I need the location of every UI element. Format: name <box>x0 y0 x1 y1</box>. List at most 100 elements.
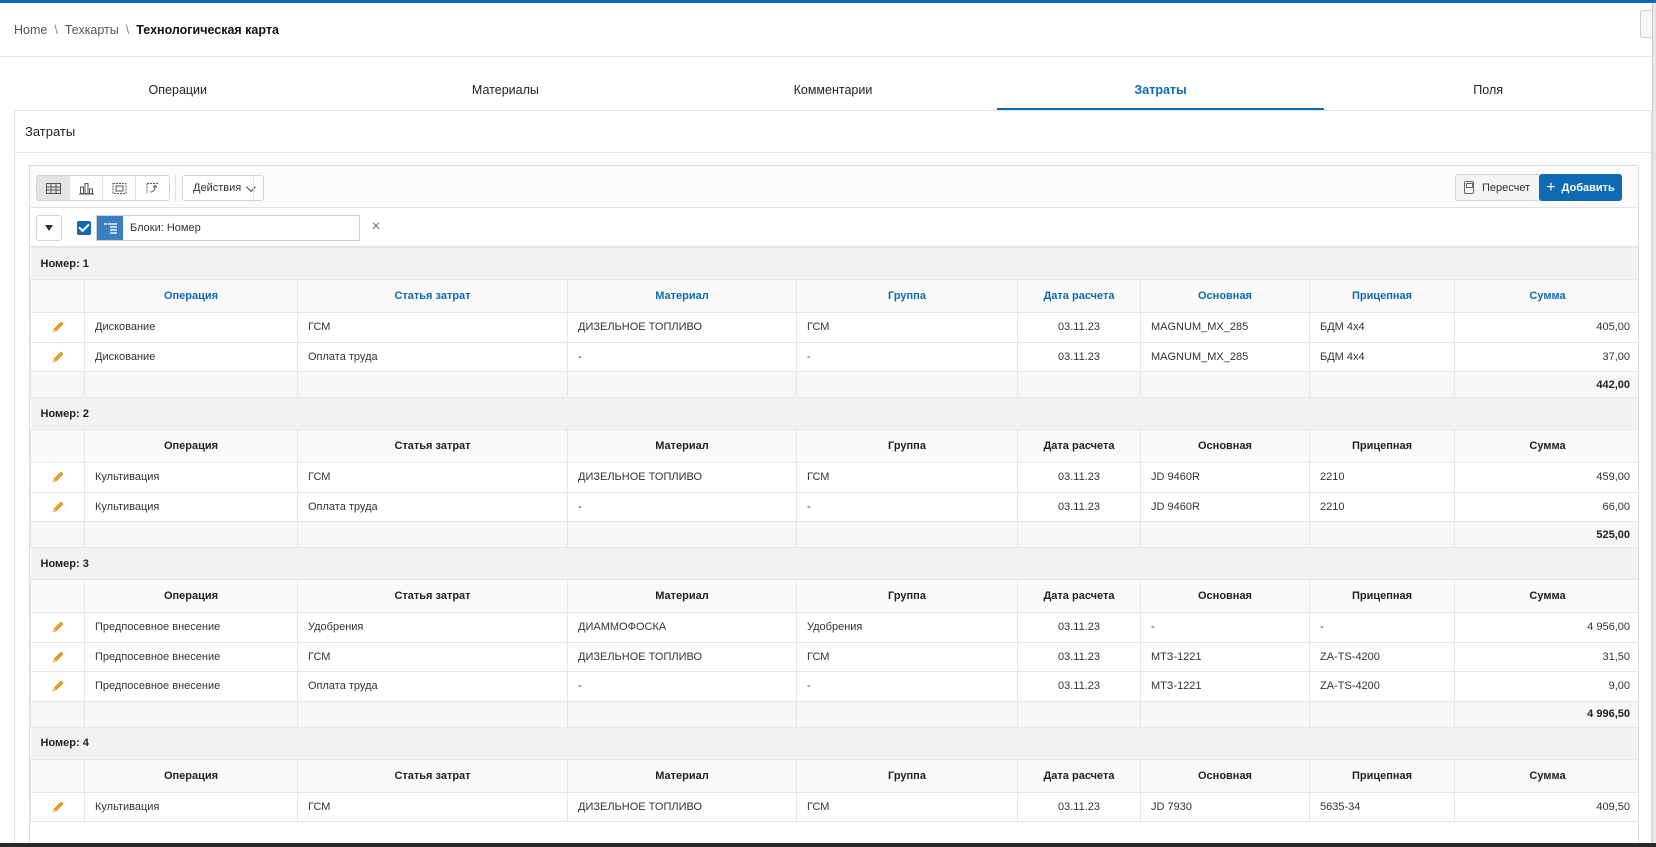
table-cell: - <box>567 491 797 522</box>
column-header[interactable]: Операция <box>84 429 298 463</box>
operation-link[interactable]: Предпосевное внесение <box>84 671 298 702</box>
edit-row-button[interactable] <box>30 791 85 822</box>
top-accent-bar <box>0 0 1656 3</box>
table-cell: 03.11.23 <box>1017 641 1141 672</box>
edit-row-button[interactable] <box>30 671 85 702</box>
table-cell: JD 7930 <box>1140 791 1310 822</box>
recalc-button[interactable]: Пересчет <box>1455 174 1542 201</box>
group-total-row: 525,00 <box>30 521 1638 548</box>
recalc-label: Пересчет <box>1482 181 1531 194</box>
empty-cell <box>297 700 568 728</box>
column-header[interactable]: Основная <box>1140 429 1310 463</box>
table-cell: Оплата труда <box>297 491 568 522</box>
table-cell: Удобрения <box>796 612 1018 643</box>
table-row: Предпосевное внесение ГСМ ДИЗЕЛЬНОЕ ТОПЛИВ… <box>30 641 1638 672</box>
add-button[interactable]: + Добавить <box>1539 174 1622 201</box>
column-header[interactable]: Группа <box>796 429 1018 463</box>
breadcrumb-techcards[interactable]: Техкарты <box>65 23 119 37</box>
pencil-icon <box>51 471 65 483</box>
operation-link[interactable]: Предпосевное внесение <box>84 612 298 643</box>
filter-chip[interactable]: Блоки: Номер <box>96 215 360 241</box>
table-cell: 9,00 <box>1454 671 1638 702</box>
column-header[interactable]: Основная <box>1140 758 1310 793</box>
column-header[interactable]: Сумма <box>1454 279 1638 313</box>
table-cell: ГСМ <box>297 641 568 672</box>
table-cell: ГСМ <box>796 462 1018 493</box>
column-header[interactable]: Группа <box>796 279 1018 313</box>
group-row: Номер: 3 <box>30 547 1638 580</box>
operation-link[interactable]: Культивация <box>84 491 298 522</box>
group-row: Номер: 2 <box>30 397 1638 430</box>
operation-link[interactable]: Дискование <box>84 341 298 372</box>
table-cell: - <box>567 671 797 702</box>
table-cell: ГСМ <box>297 791 568 822</box>
edit-row-button[interactable] <box>30 341 85 372</box>
edit-column-header <box>30 758 85 793</box>
column-header[interactable]: Прицепная <box>1309 758 1455 793</box>
empty-cell <box>1017 521 1141 548</box>
breadcrumb-current: Технологическая карта <box>136 23 279 37</box>
column-header[interactable]: Статья затрат <box>297 279 568 313</box>
edit-row-button[interactable] <box>30 491 85 522</box>
column-header[interactable]: Материал <box>567 758 797 793</box>
column-header[interactable]: Статья затрат <box>297 579 568 613</box>
remove-filter-icon[interactable]: × <box>367 218 385 236</box>
column-header[interactable]: Группа <box>796 758 1018 793</box>
tab-comments[interactable]: Комментарии <box>669 70 997 110</box>
chart-view-button[interactable] <box>70 176 103 200</box>
column-header[interactable]: Сумма <box>1454 758 1638 793</box>
actions-menu-button[interactable]: Действия <box>182 175 265 201</box>
breadcrumb-home[interactable]: Home <box>14 23 47 37</box>
column-header[interactable]: Прицепная <box>1309 579 1455 613</box>
column-header[interactable]: Дата расчета <box>1017 279 1141 313</box>
breadcrumb-separator: \ <box>125 23 130 37</box>
column-header[interactable]: Материал <box>567 429 797 463</box>
column-header[interactable]: Сумма <box>1454 429 1638 463</box>
column-header[interactable]: Материал <box>567 579 797 613</box>
tab-materials[interactable]: Материалы <box>342 70 670 110</box>
pencil-icon <box>51 321 65 333</box>
table-cell: - <box>567 341 797 372</box>
operation-link[interactable]: Культивация <box>84 791 298 822</box>
edit-row-button[interactable] <box>30 641 85 672</box>
group-by-view-button[interactable] <box>103 176 136 200</box>
tab-operations[interactable]: Операции <box>14 70 342 110</box>
column-header[interactable]: Статья затрат <box>297 429 568 463</box>
column-header[interactable]: Операция <box>84 758 298 793</box>
tab-costs[interactable]: Затраты <box>996 70 1325 110</box>
column-header[interactable]: Материал <box>567 279 797 313</box>
tab-fields[interactable]: Поля <box>1324 70 1652 110</box>
operation-link[interactable]: Культивация <box>84 462 298 493</box>
table-row: Предпосевное внесение Удобрения ДИАММОФОСК… <box>30 612 1638 643</box>
pivot-view-button[interactable] <box>136 176 169 200</box>
column-header[interactable]: Основная <box>1140 579 1310 613</box>
edit-row-button[interactable] <box>30 462 85 493</box>
edit-row-button[interactable] <box>30 312 85 343</box>
column-header[interactable]: Дата расчета <box>1017 579 1141 613</box>
column-header[interactable]: Группа <box>796 579 1018 613</box>
grid-view-button[interactable] <box>37 176 70 200</box>
operation-link[interactable]: Предпосевное внесение <box>84 641 298 672</box>
collapse-filters-button[interactable] <box>36 215 62 241</box>
filter-enabled-checkbox[interactable] <box>77 221 91 235</box>
empty-cell <box>30 521 85 548</box>
column-header[interactable]: Прицепная <box>1309 279 1455 313</box>
add-label: Добавить <box>1561 181 1615 194</box>
column-header[interactable]: Операция <box>84 579 298 613</box>
column-header[interactable]: Основная <box>1140 279 1310 313</box>
operation-link[interactable]: Дискование <box>84 312 298 343</box>
edit-row-button[interactable] <box>30 612 85 643</box>
breadcrumb-divider <box>0 56 1652 57</box>
empty-cell <box>567 371 797 398</box>
pencil-icon <box>51 351 65 363</box>
report-toolbar: Действия Пересчет + Добавить <box>30 166 1638 208</box>
column-header[interactable]: Дата расчета <box>1017 429 1141 463</box>
column-header[interactable]: Дата расчета <box>1017 758 1141 793</box>
table-cell: 2210 <box>1309 462 1455 493</box>
column-header[interactable]: Статья затрат <box>297 758 568 793</box>
column-header[interactable]: Операция <box>84 279 298 313</box>
header-row: Операция Статья затрат Материал Группа Дата … <box>30 279 1638 313</box>
column-header[interactable]: Прицепная <box>1309 429 1455 463</box>
column-header[interactable]: Сумма <box>1454 579 1638 613</box>
costs-table: Номер: 1 Операция Статья затрат Материал Гру… <box>30 247 1638 822</box>
